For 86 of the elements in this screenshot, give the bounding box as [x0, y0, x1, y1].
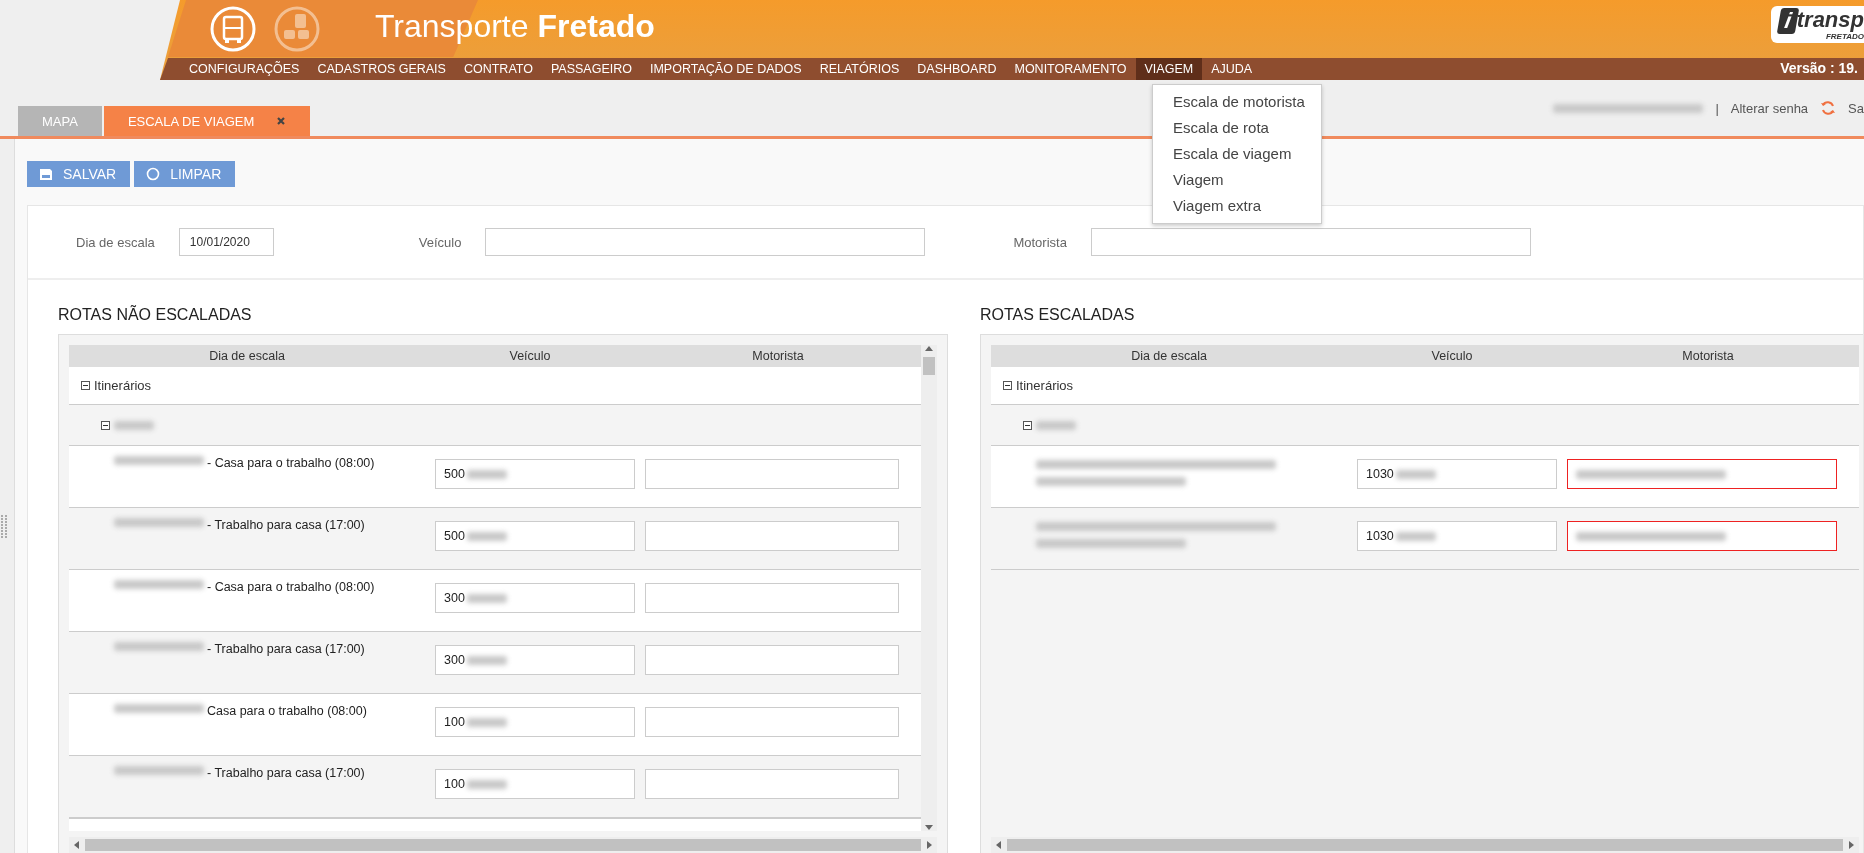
menu-item[interactable]: RELATÓRIOS	[810, 58, 909, 80]
separator: |	[1715, 100, 1719, 116]
driver-field[interactable]	[645, 769, 899, 799]
driver-field[interactable]	[1567, 521, 1837, 551]
brand-logo: i transp FRETADO	[1770, 6, 1864, 43]
grip-icon[interactable]	[1, 515, 7, 539]
column-header: Motorista	[751, 349, 805, 363]
scroll-thumb[interactable]	[85, 839, 921, 851]
bus-icon[interactable]	[210, 5, 256, 52]
collapse-icon[interactable]	[81, 381, 90, 390]
panel-title: ROTAS NÃO ESCALADAS	[58, 306, 253, 324]
driver-field[interactable]	[645, 521, 899, 551]
vehicle-field[interactable]: 100	[435, 707, 635, 737]
scroll-arrow-icon[interactable]	[925, 345, 933, 353]
dropdown-item[interactable]: Escala de viagem	[1153, 141, 1321, 167]
menu-item[interactable]: MONITORAMENTO	[1005, 58, 1136, 80]
column-header: Dia de escala	[208, 349, 286, 363]
input-field[interactable]	[485, 228, 926, 256]
scroll-thumb[interactable]	[923, 357, 935, 375]
vehicle-field[interactable]: 1030	[1357, 521, 1557, 551]
driver-field[interactable]	[645, 459, 899, 489]
driver-field[interactable]	[645, 583, 899, 613]
dropdown-item[interactable]: Escala de rota	[1153, 115, 1321, 141]
vehicle-field[interactable]: 1030	[1357, 459, 1557, 489]
panel-title: ROTAS ESCALADAS	[980, 306, 1136, 324]
dropdown-item[interactable]: Escala de motorista	[1153, 89, 1321, 115]
tree-row[interactable]: Itinerários	[69, 367, 921, 405]
menu-item[interactable]: CONFIGURAÇÕES	[180, 58, 309, 80]
redacted-text	[114, 420, 154, 430]
scroll-arrow-icon[interactable]	[995, 841, 1003, 849]
tree-label: Itinerários	[94, 378, 152, 393]
route-text: - Casa para o trabalho (08:00)	[207, 580, 375, 594]
field-label: Veículo	[418, 234, 462, 250]
close-icon[interactable]	[276, 116, 287, 126]
vehicle-field[interactable]: 300	[435, 645, 635, 675]
column-header: Motorista	[1681, 349, 1735, 363]
menu-item[interactable]: DASHBOARD	[908, 58, 1006, 80]
scroll-arrow-icon[interactable]	[73, 841, 81, 849]
collapse-icon[interactable]	[1003, 381, 1012, 390]
vehicle-field[interactable]: 100	[435, 769, 635, 799]
change-password-link[interactable]: Alterar senha	[1730, 100, 1809, 116]
refresh-icon[interactable]	[1820, 100, 1837, 116]
collapse-icon[interactable]	[1023, 420, 1032, 430]
vehicle-field[interactable]: 500	[435, 521, 635, 551]
app-title: Transporte Fretado	[375, 8, 655, 45]
collapse-icon[interactable]	[101, 420, 110, 430]
route-text: Casa para o trabalho (08:00)	[207, 704, 367, 718]
driver-field[interactable]	[1567, 459, 1837, 489]
input-field[interactable]: 10/01/2020	[178, 228, 274, 256]
dropdown-item[interactable]: Viagem	[1153, 167, 1321, 193]
redacted-text	[1036, 420, 1076, 430]
vehicle-field[interactable]: 500	[435, 459, 635, 489]
route-text: - Trabalho para casa (17:00)	[207, 766, 365, 780]
horizontal-scrollbar[interactable]	[69, 837, 937, 853]
vehicles-icon[interactable]	[274, 5, 320, 52]
column-header: Dia de escala	[1130, 349, 1208, 363]
column-header: Veículo	[508, 349, 552, 363]
scroll-thumb[interactable]	[1007, 839, 1843, 851]
tree-row[interactable]: Itinerários	[991, 367, 1859, 405]
scroll-arrow-icon[interactable]	[1847, 841, 1855, 849]
route-text: - Casa para o trabalho (08:00)	[207, 456, 375, 470]
field-label: Motorista	[1013, 234, 1067, 250]
save-icon	[39, 167, 53, 181]
field-label: Dia de escala	[76, 234, 155, 250]
route-text: - Trabalho para casa (17:00)	[207, 518, 365, 532]
driver-field[interactable]	[645, 707, 899, 737]
menu-item[interactable]: PASSAGEIRO	[541, 58, 641, 80]
menu-item[interactable]: CADASTROS GERAIS	[308, 58, 455, 80]
menu-item[interactable]: CONTRATO	[454, 58, 542, 80]
tree-label: Itinerários	[1016, 378, 1074, 393]
circle-icon	[146, 167, 161, 181]
scroll-arrow-icon[interactable]	[925, 823, 933, 831]
vehicle-field[interactable]: 300	[435, 583, 635, 613]
column-header: Veículo	[1430, 349, 1474, 363]
menu-item[interactable]: AJUDA	[1202, 58, 1262, 80]
scroll-arrow-icon[interactable]	[925, 841, 933, 849]
input-field[interactable]	[1090, 228, 1531, 256]
horizontal-scrollbar[interactable]	[991, 837, 1859, 853]
dropdown-item[interactable]: Viagem extra	[1153, 193, 1321, 219]
vertical-scrollbar[interactable]	[921, 345, 937, 831]
driver-field[interactable]	[645, 645, 899, 675]
menu-item[interactable]: VIAGEM	[1135, 58, 1203, 80]
menu-item[interactable]: IMPORTAÇÃO DE DADOS	[640, 58, 811, 80]
version-label: Versão : 19.	[1780, 60, 1858, 76]
route-text: - Trabalho para casa (17:00)	[207, 642, 365, 656]
logout-link[interactable]: Sa	[1848, 100, 1864, 116]
